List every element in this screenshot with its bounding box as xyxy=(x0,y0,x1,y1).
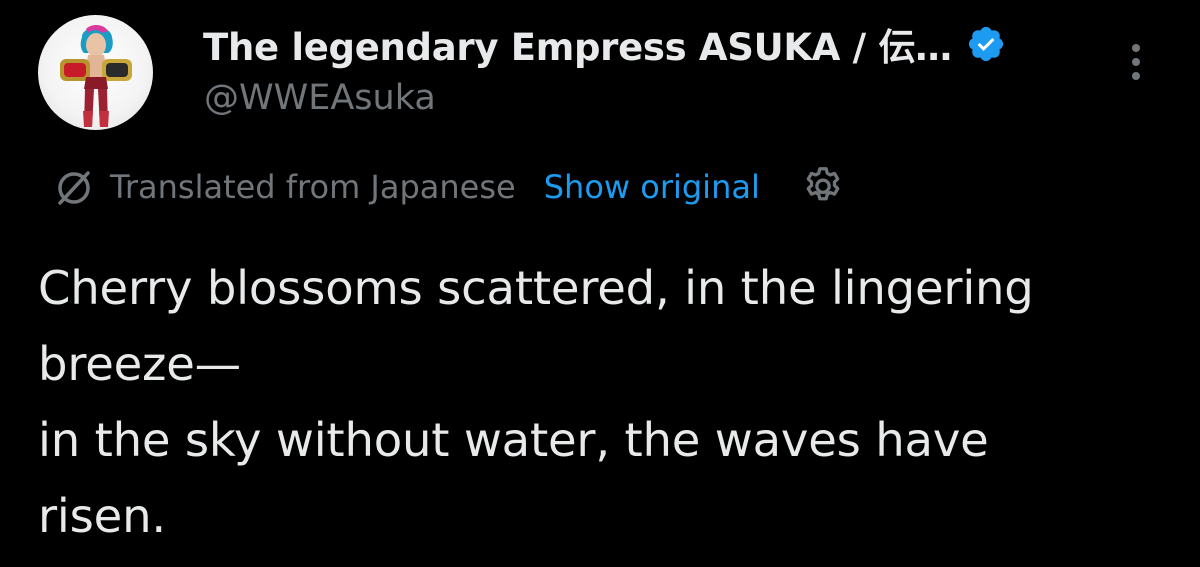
translation-bar: Translated from Japanese Show original xyxy=(52,162,846,212)
verified-badge-icon[interactable] xyxy=(966,24,1006,64)
user-name-row: The legendary Empress ASUKA / 伝… xyxy=(203,18,1006,70)
tweet-text: Cherry blossoms scattered, in the linger… xyxy=(38,261,1034,543)
show-original-link[interactable]: Show original xyxy=(544,168,760,206)
tweet-card: The legendary Empress ASUKA / 伝… @WWEAsu… xyxy=(0,0,1200,567)
display-name[interactable]: The legendary Empress ASUKA / 伝… xyxy=(203,17,952,71)
user-handle[interactable]: @WWEAsuka xyxy=(204,78,436,118)
more-options-icon[interactable] xyxy=(1124,40,1148,84)
gear-icon[interactable] xyxy=(800,164,846,210)
avatar[interactable] xyxy=(38,15,153,130)
translate-icon xyxy=(52,165,96,209)
translated-label: Translated from Japanese xyxy=(110,168,516,206)
